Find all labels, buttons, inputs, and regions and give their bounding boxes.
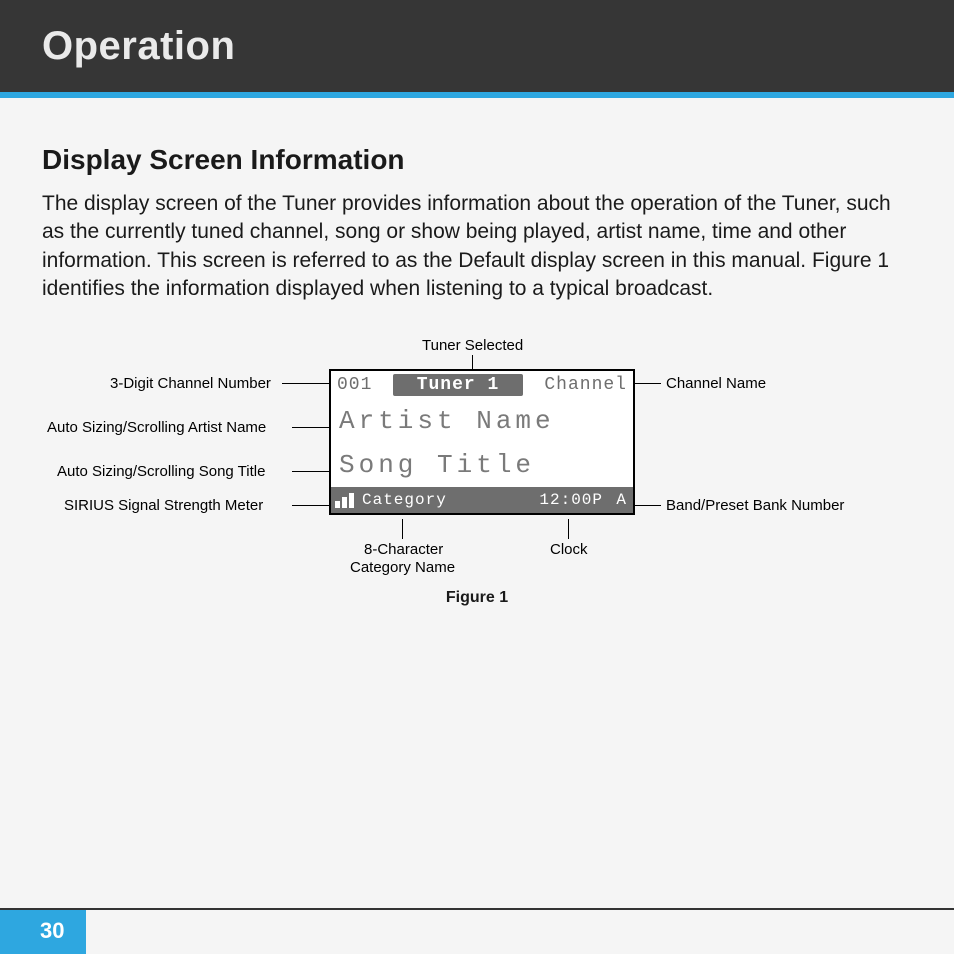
banner-title: Operation <box>42 24 235 69</box>
connector-line <box>568 519 569 539</box>
callout-clock: Clock <box>550 541 588 558</box>
lcd-category: Category <box>358 491 517 509</box>
connector-line <box>472 355 473 369</box>
signal-bars-icon <box>331 493 358 508</box>
figure-1: Tuner Selected 3-Digit Channel Number Au… <box>42 337 912 667</box>
lcd-bank: A <box>607 491 633 509</box>
connector-line <box>292 471 329 472</box>
callout-artist-name: Auto Sizing/Scrolling Artist Name <box>47 419 266 436</box>
lcd-bottom-row: Category 12:00P A <box>331 487 633 513</box>
connector-line <box>292 427 329 428</box>
lcd-top-row: 001 Tuner 1 Channel <box>331 371 633 399</box>
figure-caption: Figure 1 <box>42 589 912 607</box>
page-banner: Operation <box>0 0 954 92</box>
callout-band-preset: Band/Preset Bank Number <box>666 497 844 514</box>
callout-category-line2: Category Name <box>350 559 455 576</box>
section-intro: The display screen of the Tuner provides… <box>42 190 912 303</box>
lcd-clock: 12:00P <box>517 491 607 509</box>
callout-channel-number: 3-Digit Channel Number <box>110 375 271 392</box>
lcd-song: Song Title <box>331 443 633 487</box>
connector-line <box>635 505 661 506</box>
section-heading: Display Screen Information <box>42 144 912 176</box>
callout-tuner-selected: Tuner Selected <box>422 337 523 354</box>
connector-line <box>635 383 661 384</box>
lcd-tuner-selected: Tuner 1 <box>393 374 523 396</box>
footer-rule <box>0 908 954 910</box>
connector-line <box>402 519 403 539</box>
page-footer: 30 <box>0 908 954 954</box>
lcd-artist: Artist Name <box>331 399 633 443</box>
connector-line <box>292 505 329 506</box>
connector-line <box>282 383 329 384</box>
lcd-channel-name: Channel <box>525 375 633 395</box>
callout-song-title: Auto Sizing/Scrolling Song Title <box>57 463 265 480</box>
lcd-channel-number: 001 <box>331 375 391 395</box>
callout-signal-meter: SIRIUS Signal Strength Meter <box>64 497 263 514</box>
page-number: 30 <box>0 910 86 954</box>
content-area: Display Screen Information The display s… <box>0 98 954 667</box>
callout-category-line1: 8-Character <box>364 541 443 558</box>
callout-channel-name: Channel Name <box>666 375 766 392</box>
lcd-screen: 001 Tuner 1 Channel Artist Name Song Tit… <box>329 369 635 515</box>
